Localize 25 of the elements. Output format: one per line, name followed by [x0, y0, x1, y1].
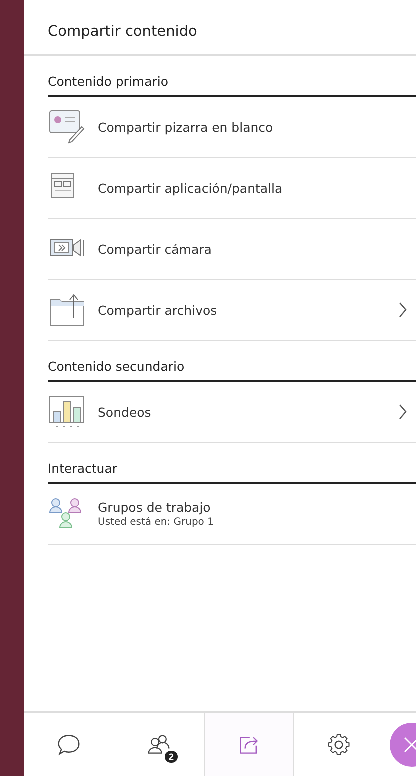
people-icon [147, 732, 171, 756]
menu-item[interactable]: Sondeos [48, 382, 416, 443]
chevron-right-icon [398, 301, 408, 319]
close-icon [402, 734, 416, 754]
count-badge: 2 [164, 750, 178, 762]
menu-item[interactable]: Compartir aplicación/pantalla [48, 158, 416, 219]
menu-item[interactable]: Compartir pizarra en blanco [48, 97, 416, 158]
section-heading: Contenido primario [48, 56, 416, 97]
chevron-right-icon [398, 403, 408, 421]
bar-tab[interactable] [204, 713, 294, 776]
menu-item[interactable]: Compartir cámara [48, 219, 416, 280]
section-heading: Contenido secundario [48, 341, 416, 382]
chat-bubble-icon [57, 732, 81, 756]
menu-item[interactable]: Grupos de trabajo Usted está en: Grupo 1 [48, 484, 416, 545]
item-label: Sondeos [98, 404, 152, 420]
item-label: Compartir aplicación/pantalla [98, 180, 284, 196]
item-label: Compartir pizarra en blanco [98, 120, 274, 134]
settings-icon [327, 732, 351, 756]
item-label: Grupos de trabajo [98, 500, 212, 515]
menu-item[interactable]: Compartir archivos [48, 280, 416, 341]
section-heading: Interactuar [48, 443, 416, 484]
item-subtitle: Usted está en: Grupo 1 [98, 517, 215, 528]
panel-title: Compartir contenido [24, 0, 416, 56]
item-label: Compartir cámara [98, 242, 213, 256]
item-label: Compartir archivos [98, 302, 218, 318]
